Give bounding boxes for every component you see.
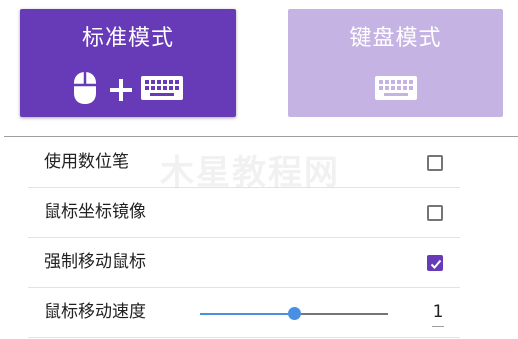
mirror-checkbox[interactable] [427,205,443,221]
standard-mode-icons [20,69,236,111]
speed-value-underline [432,326,444,327]
slider-fill [200,313,294,315]
use-pen-label: 使用数位笔 [44,152,129,172]
setting-row-force-move: 强制移动鼠标 [28,238,460,288]
mirror-label: 鼠标坐标镜像 [44,202,146,222]
speed-slider[interactable] [200,307,388,320]
setting-row-speed: 鼠标移动速度 1 [28,288,460,338]
keyboard-icon [374,75,418,105]
checkmark-icon [430,259,442,269]
keyboard-mode-icons [288,69,503,111]
keyboard-icon [140,75,184,105]
plus-icon [108,77,134,103]
speed-label: 鼠标移动速度 [44,302,146,322]
mouse-icon [72,70,98,110]
keyboard-mode-label: 键盘模式 [349,26,442,51]
use-pen-checkbox[interactable] [427,155,443,171]
force-move-label: 强制移动鼠标 [44,252,146,272]
keyboard-mode-button[interactable]: 键盘模式 [288,9,503,117]
setting-row-use-pen: 使用数位笔 [28,138,460,188]
force-move-checkbox[interactable] [427,255,443,271]
standard-mode-label: 标准模式 [81,26,174,51]
speed-value[interactable]: 1 [432,300,444,324]
standard-mode-button[interactable]: 标准模式 [20,9,236,117]
setting-row-mirror: 鼠标坐标镜像 [28,188,460,238]
section-divider [4,136,518,137]
mouse-settings-panel: 标准模式 键盘模式 使用数位笔 木星教程网 鼠标坐标镜像 强制移动鼠标 鼠标移动… [0,0,518,339]
slider-thumb[interactable] [288,307,301,320]
